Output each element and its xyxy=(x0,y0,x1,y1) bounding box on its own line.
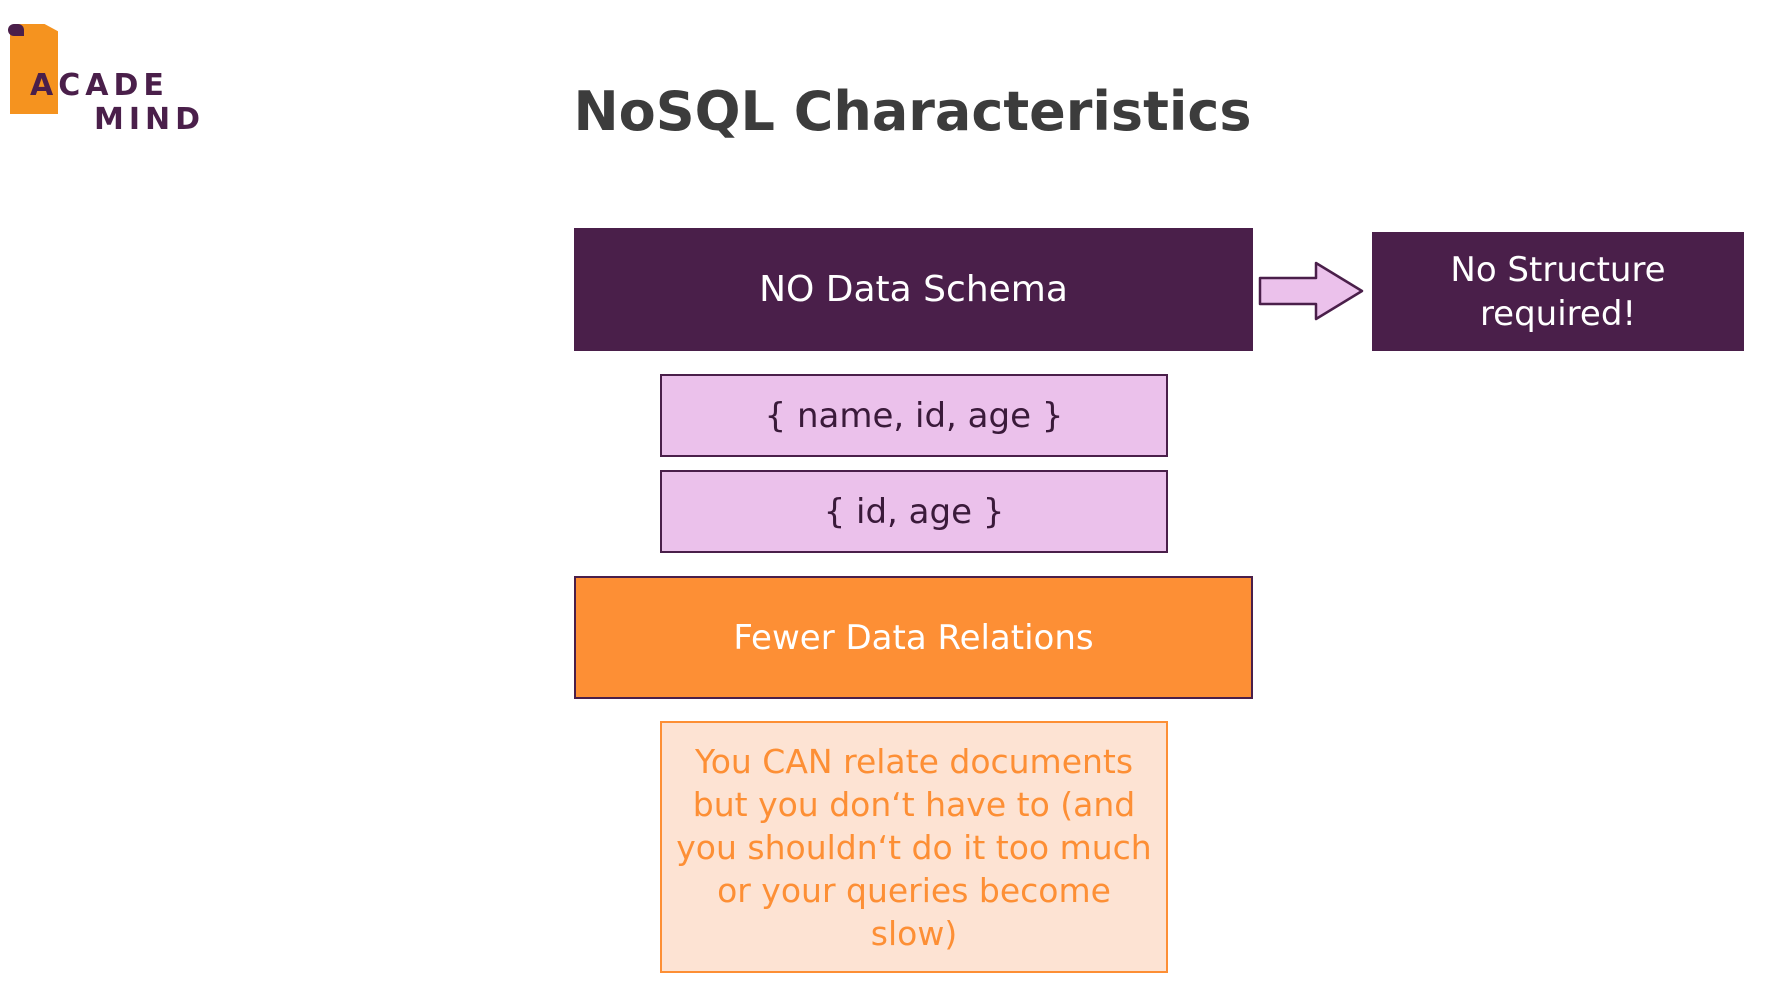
slide: ACADE MIND NoSQL Characteristics NO Data… xyxy=(0,0,1765,990)
relations-note-box: You CAN relate documents but you don‘t h… xyxy=(660,721,1168,973)
document-example-2: { id, age } xyxy=(660,470,1168,553)
document-example-1-label: { name, id, age } xyxy=(764,395,1064,436)
document-example-2-label: { id, age } xyxy=(823,491,1005,532)
no-structure-box: No Structure required! xyxy=(1372,232,1744,351)
fewer-relations-label: Fewer Data Relations xyxy=(733,617,1094,658)
right-arrow-icon xyxy=(1258,261,1364,321)
logo-curl xyxy=(8,24,24,36)
slide-title: NoSQL Characteristics xyxy=(573,80,1252,143)
no-data-schema-box: NO Data Schema xyxy=(574,228,1253,351)
fewer-relations-box: Fewer Data Relations xyxy=(574,576,1253,699)
no-data-schema-label: NO Data Schema xyxy=(759,269,1068,310)
document-example-1: { name, id, age } xyxy=(660,374,1168,457)
relations-note-text: You CAN relate documents but you don‘t h… xyxy=(676,741,1152,953)
no-structure-label: No Structure required! xyxy=(1450,249,1666,334)
